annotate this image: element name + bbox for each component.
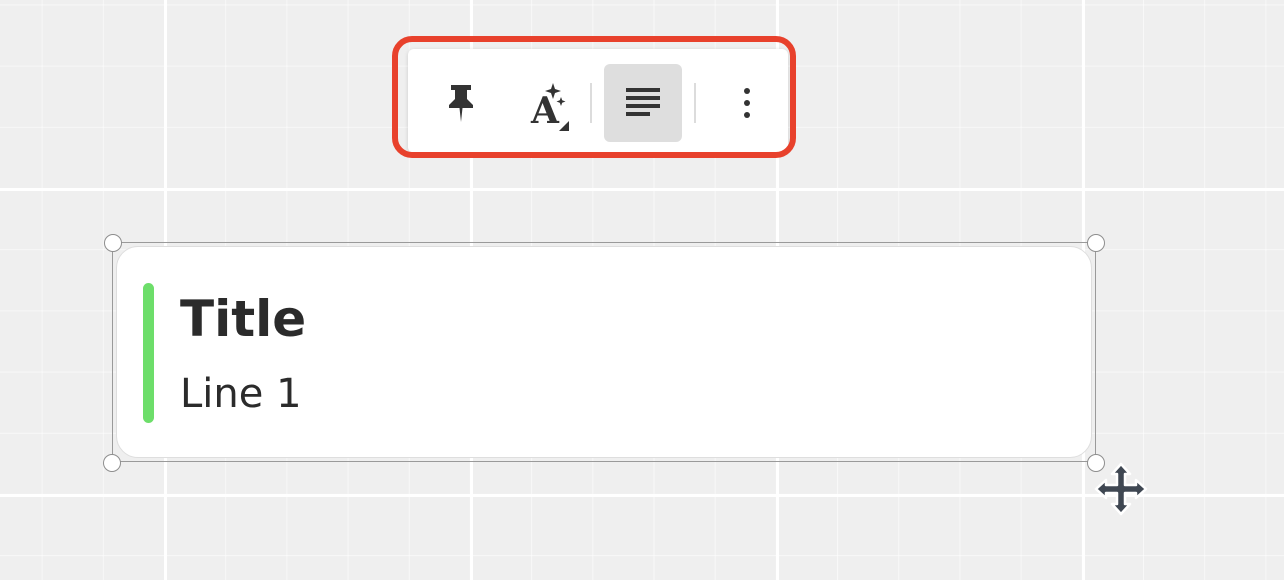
text-card[interactable]: Title Line 1 [116, 246, 1092, 458]
resize-handle-top-right[interactable] [1087, 234, 1105, 252]
card-title[interactable]: Title [180, 289, 306, 349]
card-accent-bar [143, 283, 154, 423]
resize-handle-bottom-left[interactable] [103, 454, 121, 472]
move-cursor-icon [1094, 462, 1148, 516]
resize-handle-top-left[interactable] [104, 234, 122, 252]
toolbar-highlight-box [392, 36, 796, 158]
card-line[interactable]: Line 1 [180, 369, 302, 419]
whiteboard-canvas[interactable]: A Title Line 1 [0, 0, 1284, 580]
